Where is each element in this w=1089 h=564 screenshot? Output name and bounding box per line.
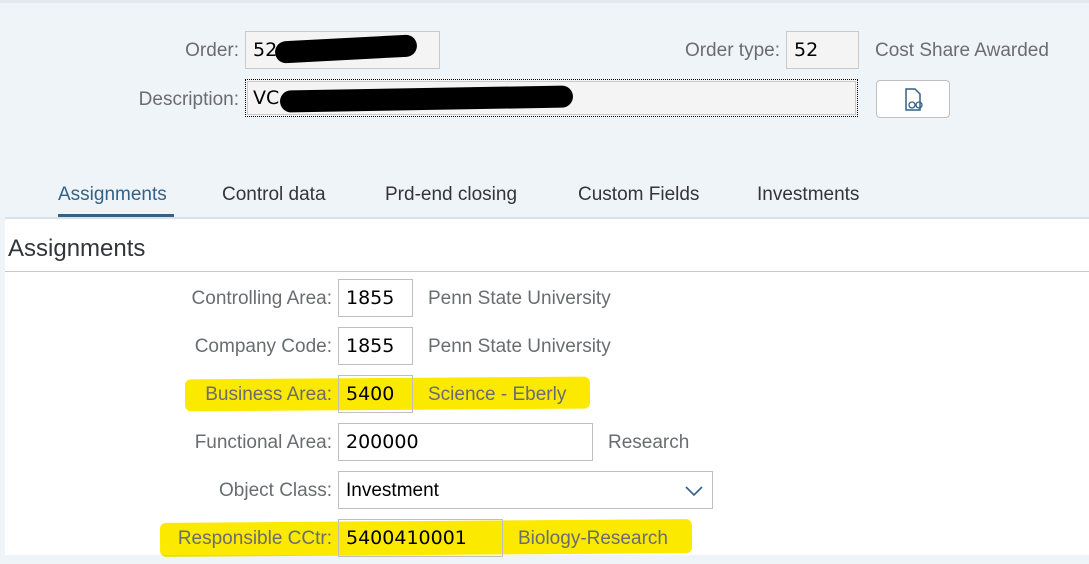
tab-custom-fields[interactable]: Custom Fields — [578, 184, 699, 206]
functional-area-text: Research — [608, 432, 690, 453]
tab-control-data[interactable]: Control data — [222, 184, 326, 206]
functional-area-label: Functional Area: — [194, 432, 332, 453]
chevron-down-icon — [685, 486, 703, 497]
controlling-area-text: Penn State University — [428, 288, 611, 309]
business-area-label: Business Area: — [205, 384, 332, 405]
company-code-text: Penn State University — [428, 336, 611, 357]
order-type-text: Cost Share Awarded — [875, 40, 1049, 61]
object-class-label: Object Class: — [219, 480, 332, 501]
order-type-label: Order type: — [684, 40, 780, 61]
document-glasses-icon — [905, 88, 923, 111]
functional-area-field[interactable]: 200000 — [338, 423, 593, 461]
responsible-cctr-text: Biology-Research — [518, 528, 668, 549]
description-label: Description: — [138, 89, 239, 110]
object-class-value: Investment — [346, 480, 439, 501]
object-class-select[interactable]: Investment — [338, 471, 713, 509]
tab-investments[interactable]: Investments — [757, 184, 859, 206]
long-text-button[interactable] — [876, 80, 950, 118]
responsible-cctr-field[interactable]: 5400410001 — [338, 519, 503, 557]
business-area-text: Science - Eberly — [428, 384, 567, 405]
business-area-field[interactable]: 5400 — [338, 375, 413, 413]
tab-assignments[interactable]: Assignments — [58, 184, 167, 206]
order-type-field[interactable]: 52 — [786, 31, 859, 69]
responsible-cctr-label: Responsible CCtr: — [177, 528, 332, 549]
top-border — [0, 0, 1089, 3]
company-code-field[interactable]: 1855 — [338, 327, 413, 365]
section-title: Assignments — [8, 235, 146, 262]
section-divider — [5, 271, 1089, 272]
tab-prd-end-closing[interactable]: Prd-end closing — [385, 184, 517, 206]
company-code-label: Company Code: — [194, 336, 332, 357]
controlling-area-label: Controlling Area: — [191, 288, 332, 309]
order-label: Order: — [185, 40, 239, 61]
controlling-area-field[interactable]: 1855 — [338, 279, 413, 317]
